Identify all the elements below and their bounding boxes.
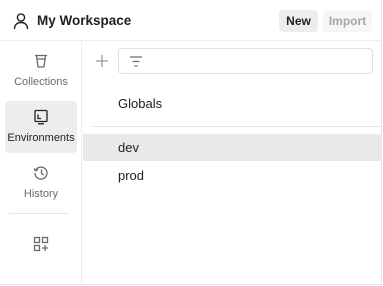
list-item[interactable]: dev	[83, 134, 382, 161]
sidebar-item-history[interactable]: History	[5, 157, 77, 209]
app-window: My Workspace New Import Collections Envi…	[0, 0, 382, 285]
sidebar-item-collections[interactable]: Collections	[5, 45, 77, 97]
sidebar-item-label: History	[23, 188, 59, 200]
sidebar-item-label: Environments	[7, 132, 75, 144]
filter-icon	[130, 56, 142, 67]
plus-icon[interactable]	[95, 54, 109, 68]
new-button[interactable]: New	[279, 10, 318, 32]
environment-name: dev	[118, 140, 139, 155]
add-widget-icon[interactable]	[33, 236, 49, 252]
environment-name: prod	[118, 168, 145, 183]
list-item[interactable]: prod	[83, 162, 382, 189]
filter-input[interactable]	[118, 48, 373, 74]
workspace-title[interactable]: My Workspace	[37, 13, 131, 28]
import-button[interactable]: Import	[323, 10, 372, 32]
sidebar-divider	[9, 213, 69, 214]
user-icon	[13, 13, 29, 30]
sidebar-item-environments[interactable]: Environments	[5, 101, 77, 153]
workspace-header: My Workspace New Import	[0, 0, 382, 41]
globals-item[interactable]: Globals	[118, 96, 162, 111]
list-divider	[92, 126, 382, 127]
environment-icon	[34, 109, 48, 125]
trash-can-icon	[35, 54, 47, 68]
history-icon	[33, 166, 48, 180]
environments-panel: Globals dev prod	[83, 41, 382, 285]
sidebar-item-label: Collections	[14, 76, 68, 88]
sidebar: Collections Environments History	[0, 41, 82, 285]
